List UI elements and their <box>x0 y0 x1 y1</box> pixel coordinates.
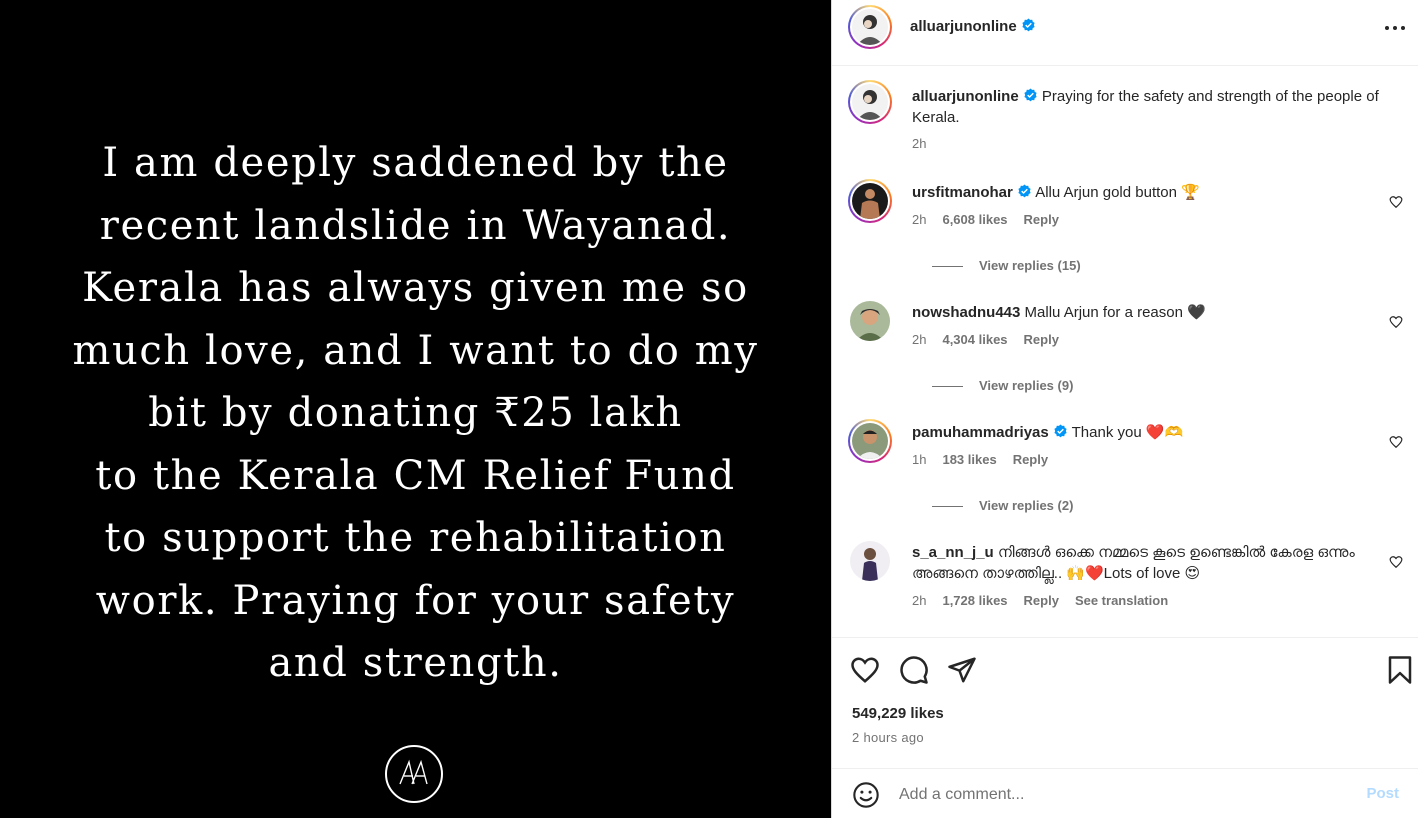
caption-avatar[interactable] <box>848 80 892 124</box>
comment-likes[interactable]: 183 likes <box>942 452 996 467</box>
comment-likes[interactable]: 6,608 likes <box>942 212 1007 227</box>
commenter-avatar[interactable] <box>848 419 892 463</box>
emoji-icon[interactable] <box>852 781 880 809</box>
verified-badge-icon <box>1022 18 1035 32</box>
see-translation-button[interactable]: See translation <box>1075 593 1168 608</box>
like-icon[interactable] <box>850 655 880 685</box>
post-actions: 549,229 likes 2 hours ago <box>832 637 1418 767</box>
caption-username[interactable]: alluarjunonline <box>912 88 1019 105</box>
caption-time[interactable]: 2h <box>912 136 926 151</box>
comments-list[interactable]: alluarjunonline Praying for the safety a… <box>832 67 1418 637</box>
commenter-username[interactable]: nowshadnu443 <box>912 304 1020 321</box>
reply-button[interactable]: Reply <box>1024 212 1059 227</box>
aa-logo-icon <box>385 745 443 803</box>
author-username[interactable]: alluarjunonline <box>910 18 1017 35</box>
post-image: I am deeply saddened by the recent lands… <box>0 0 831 818</box>
post-time[interactable]: 2 hours ago <box>852 730 924 745</box>
post-comment-button[interactable]: Post <box>1366 785 1399 802</box>
comment-input[interactable] <box>899 781 1329 809</box>
caption: alluarjunonline Praying for the safety a… <box>912 86 1382 151</box>
more-options-icon[interactable] <box>1381 16 1409 40</box>
reply-button[interactable]: Reply <box>1024 332 1059 347</box>
comment-item: ursfitmanohar Allu Arjun gold button 🏆 2… <box>848 179 1403 289</box>
comment-text: Mallu Arjun for a reason 🖤 <box>1024 304 1206 321</box>
view-replies-button[interactable]: View replies (9) <box>932 378 1073 393</box>
reply-button[interactable]: Reply <box>1024 593 1059 608</box>
commenter-avatar[interactable] <box>850 541 890 581</box>
commenter-username[interactable]: ursfitmanohar <box>912 184 1013 201</box>
comment-text: Thank you ❤️🫶 <box>1071 424 1184 441</box>
view-replies-button[interactable]: View replies (15) <box>932 258 1081 273</box>
add-comment-bar: Post <box>832 768 1418 818</box>
commenter-username[interactable]: s_a_nn_j_u <box>912 544 994 561</box>
comment-time[interactable]: 2h <box>912 212 926 227</box>
commenter-avatar[interactable] <box>848 179 892 223</box>
author-avatar[interactable] <box>848 5 892 49</box>
post-details-panel: alluarjunonline alluarjunonline Praying … <box>831 0 1418 818</box>
like-comment-icon[interactable] <box>1389 195 1403 209</box>
comment-icon[interactable] <box>899 655 929 685</box>
like-count[interactable]: 549,229 likes <box>852 705 944 722</box>
commenter-avatar[interactable] <box>850 301 890 341</box>
verified-badge-icon <box>1024 88 1037 102</box>
verified-badge-icon <box>1018 184 1031 198</box>
post-image-text: I am deeply saddened by the recent lands… <box>72 140 759 686</box>
reply-button[interactable]: Reply <box>1013 452 1048 467</box>
commenter-username[interactable]: pamuhammadriyas <box>912 424 1049 441</box>
comment-item: s_a_nn_j_u നിങ്ങൾ ഒക്കെ നമ്മടെ കൂടെ ഉണ്ട… <box>848 539 1403 637</box>
comment-time[interactable]: 2h <box>912 593 926 608</box>
comment-item: pamuhammadriyas Thank you ❤️🫶 1h 183 like… <box>848 419 1403 529</box>
like-comment-icon[interactable] <box>1389 555 1403 569</box>
verified-badge-icon <box>1054 424 1067 438</box>
comment-text: Allu Arjun gold button 🏆 <box>1035 184 1200 201</box>
like-comment-icon[interactable] <box>1389 315 1403 329</box>
post-header: alluarjunonline <box>832 0 1418 66</box>
comment-time[interactable]: 1h <box>912 452 926 467</box>
like-comment-icon[interactable] <box>1389 435 1403 449</box>
view-replies-button[interactable]: View replies (2) <box>932 498 1073 513</box>
save-bookmark-icon[interactable] <box>1385 655 1415 685</box>
share-icon[interactable] <box>947 655 977 685</box>
comment-time[interactable]: 2h <box>912 332 926 347</box>
comment-likes[interactable]: 1,728 likes <box>942 593 1007 608</box>
comment-item: nowshadnu443 Mallu Arjun for a reason 🖤 … <box>848 299 1403 409</box>
comment-likes[interactable]: 4,304 likes <box>942 332 1007 347</box>
